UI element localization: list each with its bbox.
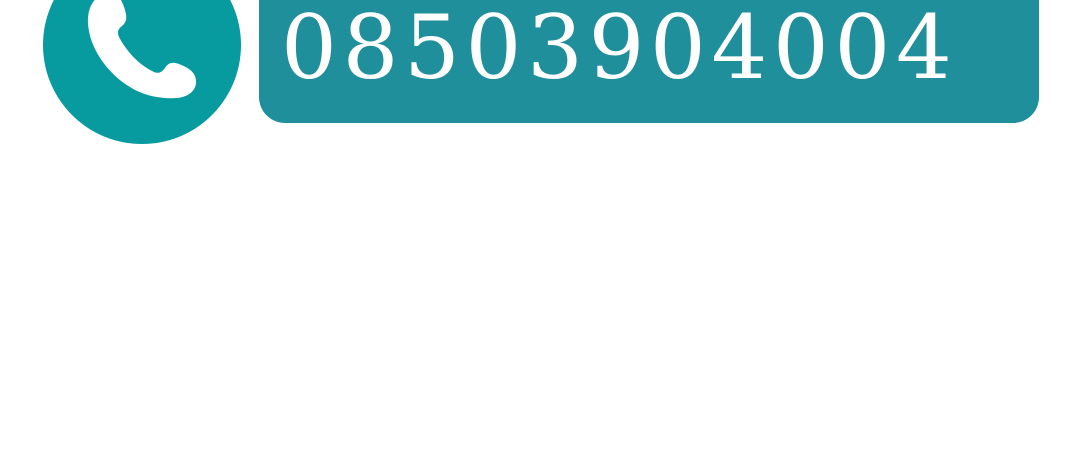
call-button[interactable]: [43, 0, 241, 144]
phone-number-text: 08503904004: [281, 0, 958, 99]
call-widget: 08503904004: [0, 0, 1080, 458]
phone-handset-icon: [87, 0, 197, 99]
phone-number-link[interactable]: 08503904004: [259, 0, 1039, 123]
